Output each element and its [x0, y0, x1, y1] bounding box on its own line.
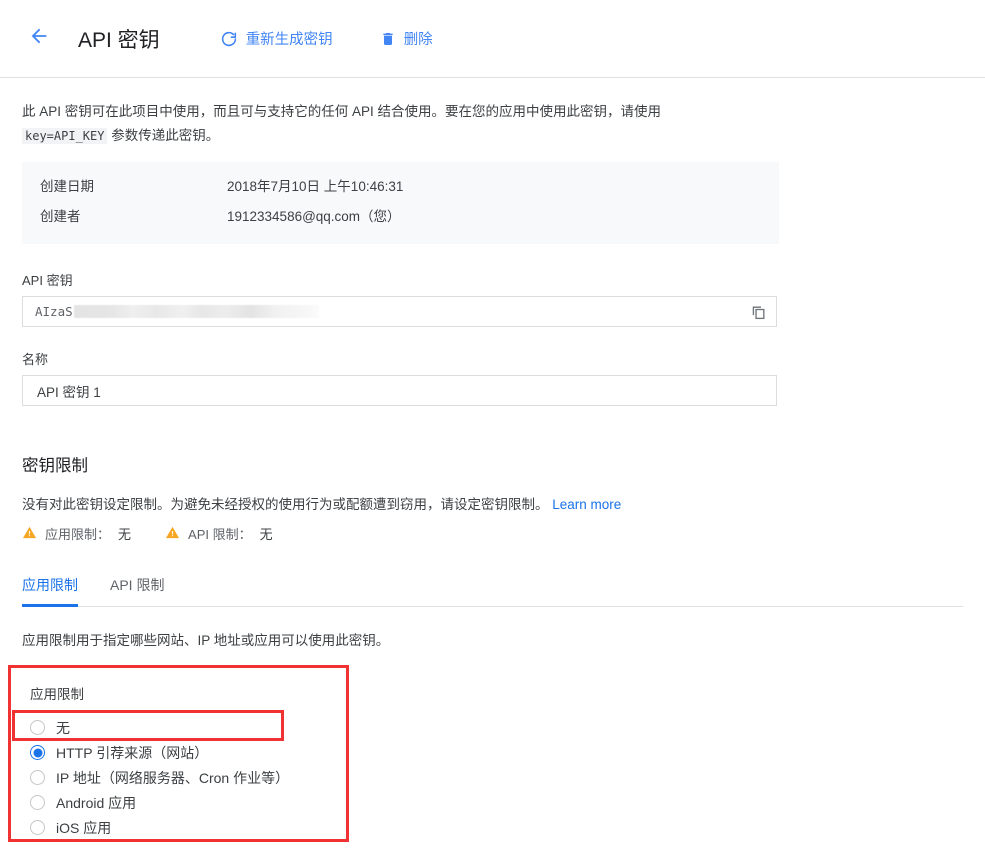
radio-label-android-app: Android 应用	[56, 793, 136, 813]
name-input-value: API 密钥 1	[23, 381, 101, 401]
restriction-warnings: 应用限制： 无 API 限制： 无	[22, 524, 963, 543]
warning-application-label: 应用限制：	[45, 524, 110, 543]
page-title: API 密钥	[78, 24, 160, 54]
header-actions: 重新生成密钥 删除	[220, 28, 433, 49]
metadata-row-creator: 创建者 1912334586@qq.com（您）	[22, 202, 779, 232]
radio-label-http-referrer: HTTP 引荐来源（网站）	[56, 743, 208, 763]
tab-api-restrictions[interactable]: API 限制	[110, 575, 164, 606]
learn-more-link[interactable]: Learn more	[552, 497, 621, 512]
warning-icon	[165, 525, 180, 543]
radio-circle-icon	[30, 720, 45, 735]
trash-icon	[380, 30, 396, 48]
back-button[interactable]	[22, 22, 56, 56]
warning-api-restriction: API 限制： 无	[165, 524, 273, 543]
key-description: 此 API 密钥可在此项目中使用，而且可与支持它的任何 API 结合使用。要在您…	[22, 100, 782, 148]
radio-circle-selected-icon	[30, 745, 45, 760]
radio-label-ip-address: IP 地址（网络服务器、Cron 作业等）	[56, 768, 289, 788]
delete-key-label: 删除	[404, 28, 433, 49]
restrictions-subtitle: 没有对此密钥设定限制。为避免未经授权的使用行为或配额遭到窃用，请设定密钥限制。 …	[22, 493, 963, 513]
page-content: 此 API 密钥可在此项目中使用，而且可与支持它的任何 API 结合使用。要在您…	[0, 100, 985, 856]
name-input[interactable]: API 密钥 1	[22, 375, 777, 406]
arrow-left-icon	[28, 25, 50, 52]
page-header: API 密钥 重新生成密钥 删除	[0, 0, 985, 78]
created-date-label: 创建日期	[22, 172, 227, 202]
api-key-value-prefix: AIzaS	[23, 304, 73, 319]
delete-key-button[interactable]: 删除	[380, 28, 433, 49]
radio-option-none[interactable]: 无	[30, 715, 963, 740]
warning-api-label: API 限制：	[188, 524, 252, 543]
radio-circle-icon	[30, 820, 45, 835]
name-field-label: 名称	[22, 349, 963, 368]
description-part2: 参数传递此密钥。	[111, 128, 219, 143]
application-restriction-radio-area: 应用限制 无 HTTP 引荐来源（网站） IP 地址（网络服务器、Cron 作业…	[22, 665, 963, 840]
api-key-param-code: key=API_KEY	[22, 128, 107, 144]
api-key-field-label: API 密钥	[22, 270, 963, 289]
tab-application-restrictions[interactable]: 应用限制	[22, 575, 78, 606]
radio-option-android-app[interactable]: Android 应用	[30, 790, 963, 815]
warning-api-value: 无	[260, 524, 273, 543]
metadata-row-created-date: 创建日期 2018年7月10日 上午10:46:31	[22, 172, 779, 202]
radio-group-label: 应用限制	[22, 665, 963, 703]
radio-option-ios-app[interactable]: iOS 应用	[30, 815, 963, 840]
radio-option-ip-address[interactable]: IP 地址（网络服务器、Cron 作业等）	[30, 765, 963, 790]
api-key-redacted-mask	[74, 305, 319, 318]
tab-description: 应用限制用于指定哪些网站、IP 地址或应用可以使用此密钥。	[22, 629, 963, 649]
restrictions-title: 密钥限制	[22, 452, 963, 476]
created-date-value: 2018年7月10日 上午10:46:31	[227, 172, 403, 202]
api-key-input[interactable]: AIzaS	[22, 296, 777, 327]
restriction-tabs: 应用限制 API 限制	[22, 575, 963, 607]
radio-option-http-referrer[interactable]: HTTP 引荐来源（网站）	[30, 740, 963, 765]
radio-label-ios-app: iOS 应用	[56, 818, 111, 838]
refresh-icon	[220, 30, 238, 48]
regenerate-key-button[interactable]: 重新生成密钥	[220, 28, 333, 49]
copy-icon[interactable]	[750, 303, 767, 320]
description-part1: 此 API 密钥可在此项目中使用，而且可与支持它的任何 API 结合使用。要在您…	[22, 104, 661, 119]
restrictions-subtitle-text: 没有对此密钥设定限制。为避免未经授权的使用行为或配额遭到窃用，请设定密钥限制。	[22, 497, 549, 512]
regenerate-key-label: 重新生成密钥	[246, 28, 333, 49]
warning-application-restriction: 应用限制： 无	[22, 524, 131, 543]
radio-label-none: 无	[56, 718, 70, 738]
metadata-panel: 创建日期 2018年7月10日 上午10:46:31 创建者 191233458…	[22, 162, 779, 244]
radio-list: 无 HTTP 引荐来源（网站） IP 地址（网络服务器、Cron 作业等） An…	[22, 715, 963, 840]
warning-icon	[22, 525, 37, 543]
warning-application-value: 无	[118, 524, 131, 543]
radio-circle-icon	[30, 770, 45, 785]
radio-circle-icon	[30, 795, 45, 810]
creator-value: 1912334586@qq.com（您）	[227, 202, 401, 232]
creator-label: 创建者	[22, 202, 227, 232]
